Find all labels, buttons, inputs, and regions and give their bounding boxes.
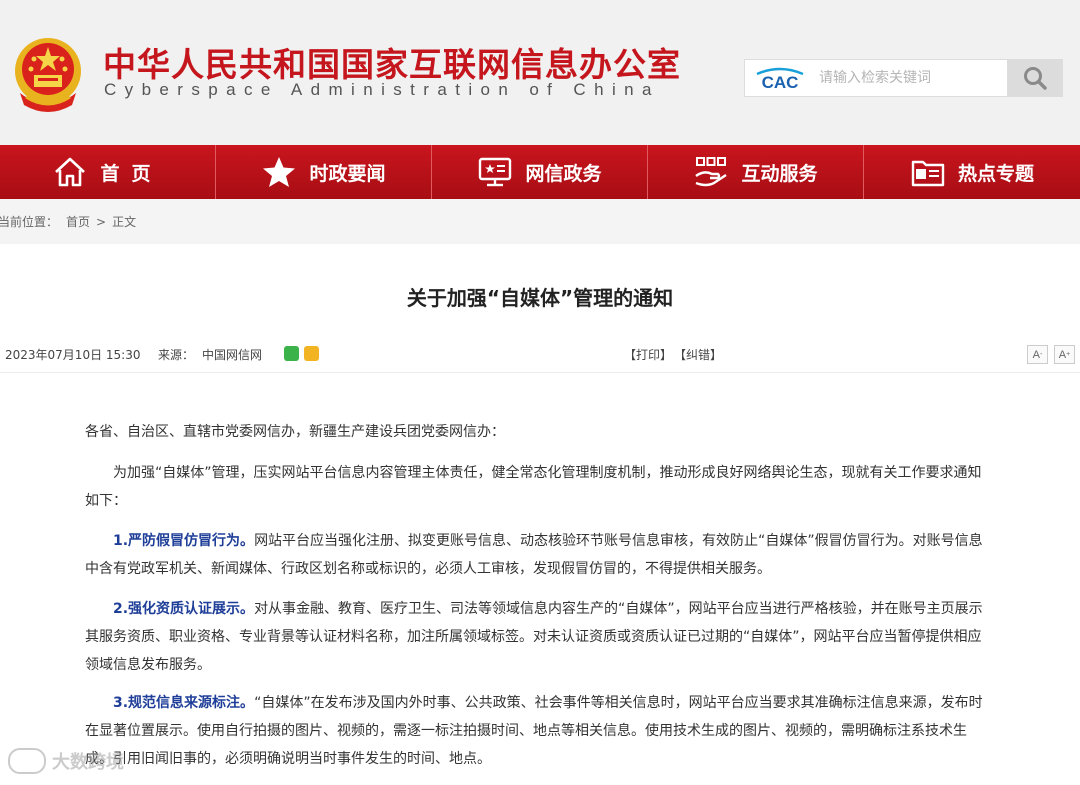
print-link[interactable]: 【打印】 [624,346,672,363]
cac-logo-text: CAC [762,73,799,92]
search-icon [1023,67,1047,90]
search-box: CAC [744,59,1063,97]
nav-item-affairs[interactable]: 网信政务 [432,145,648,199]
site-title: 中华人民共和国国家互联网信息办公室 [103,45,681,84]
nav-item-label: 网信政务 [525,162,602,185]
breadcrumb: 当前位置： 首页 > 正文 [0,199,1080,244]
source-label: 来源： [158,348,195,362]
breadcrumb-label: 当前位置： [0,215,59,229]
nav-item-label: 热点专题 [957,162,1034,185]
national-emblem-icon[interactable] [12,35,84,113]
font-smaller-button[interactable]: A- [1027,345,1048,364]
nav-item-home[interactable]: 首页 [0,145,216,199]
section-heading: 3.规范信息来源标注。 [113,695,255,711]
cac-logo: CAC [756,67,804,92]
qzone-share-icon[interactable] [304,346,319,361]
folder-icon [910,155,946,189]
home-icon [52,155,88,189]
section-paragraph: 3.规范信息来源标注。“自媒体”在发布涉及国内外时事、公共政策、社会事件等相关信… [85,689,990,773]
section-paragraph: 1.严防假冒仿冒行为。网站平台应当强化注册、拟变更账号信息、动态核验环节账号信息… [85,527,990,583]
main-nav: 首页 时政要闻 网信政务 互动服务 热点专题 [0,145,1080,199]
font-larger-button[interactable]: A + [1054,345,1075,364]
article-title: 关于加强“自媒体”管理的通知 [406,286,674,310]
nav-item-interaction[interactable]: 互动服务 [648,145,864,199]
publish-date: 2023年07月10日 15:30 [5,348,141,362]
nav-item-label: 时政要闻 [309,162,386,185]
breadcrumb-home-link[interactable]: 首页 [66,213,90,230]
breadcrumb-separator: > [96,214,107,229]
site-header: 中华人民共和国国家互联网信息办公室 Cyberspace Administrat… [0,0,1080,145]
font-larger-label: A [1058,348,1067,361]
watermark-logo-icon [8,748,46,774]
search-button[interactable] [1007,60,1062,96]
font-smaller-label: A [1032,348,1040,361]
watermark-text: 大数跨境 [52,752,124,773]
source-name: 中国网信网 [202,348,263,362]
section-paragraph: 2.强化资质认证展示。对从事金融、教育、医疗卫生、司法等领域信息内容生产的“自媒… [85,595,990,679]
site-subtitle: Cyberspace Administration of China [104,80,660,99]
intro-paragraph: 为加强“自媒体”管理，压实网站平台信息内容管理主体责任，健全常态化管理制度机制，… [85,465,982,509]
article-meta: 2023年07月10日 15:30 来源： 中国网信网 【打印】 【纠错】 A-… [0,335,1080,373]
section-heading: 2.强化资质认证展示。 [113,601,255,617]
nav-item-label: 互动服务 [741,162,818,185]
search-input[interactable] [811,60,1007,96]
wechat-share-icon[interactable] [284,346,299,361]
nav-item-topics[interactable]: 热点专题 [864,145,1080,199]
breadcrumb-current: 正文 [112,215,137,229]
nav-item-news[interactable]: 时政要闻 [216,145,432,199]
monitor-icon [477,155,513,189]
correct-link[interactable]: 【纠错】 [674,346,722,363]
salutation: 各省、自治区、直辖市党委网信办，新疆生产建设兵团党委网信办： [85,424,505,440]
section-heading: 1.严防假冒仿冒行为。 [113,533,255,549]
handshake-icon [693,155,729,189]
watermark: 大数跨境 [8,748,124,774]
star-icon [261,155,297,189]
nav-item-label: 首页 [100,162,163,185]
